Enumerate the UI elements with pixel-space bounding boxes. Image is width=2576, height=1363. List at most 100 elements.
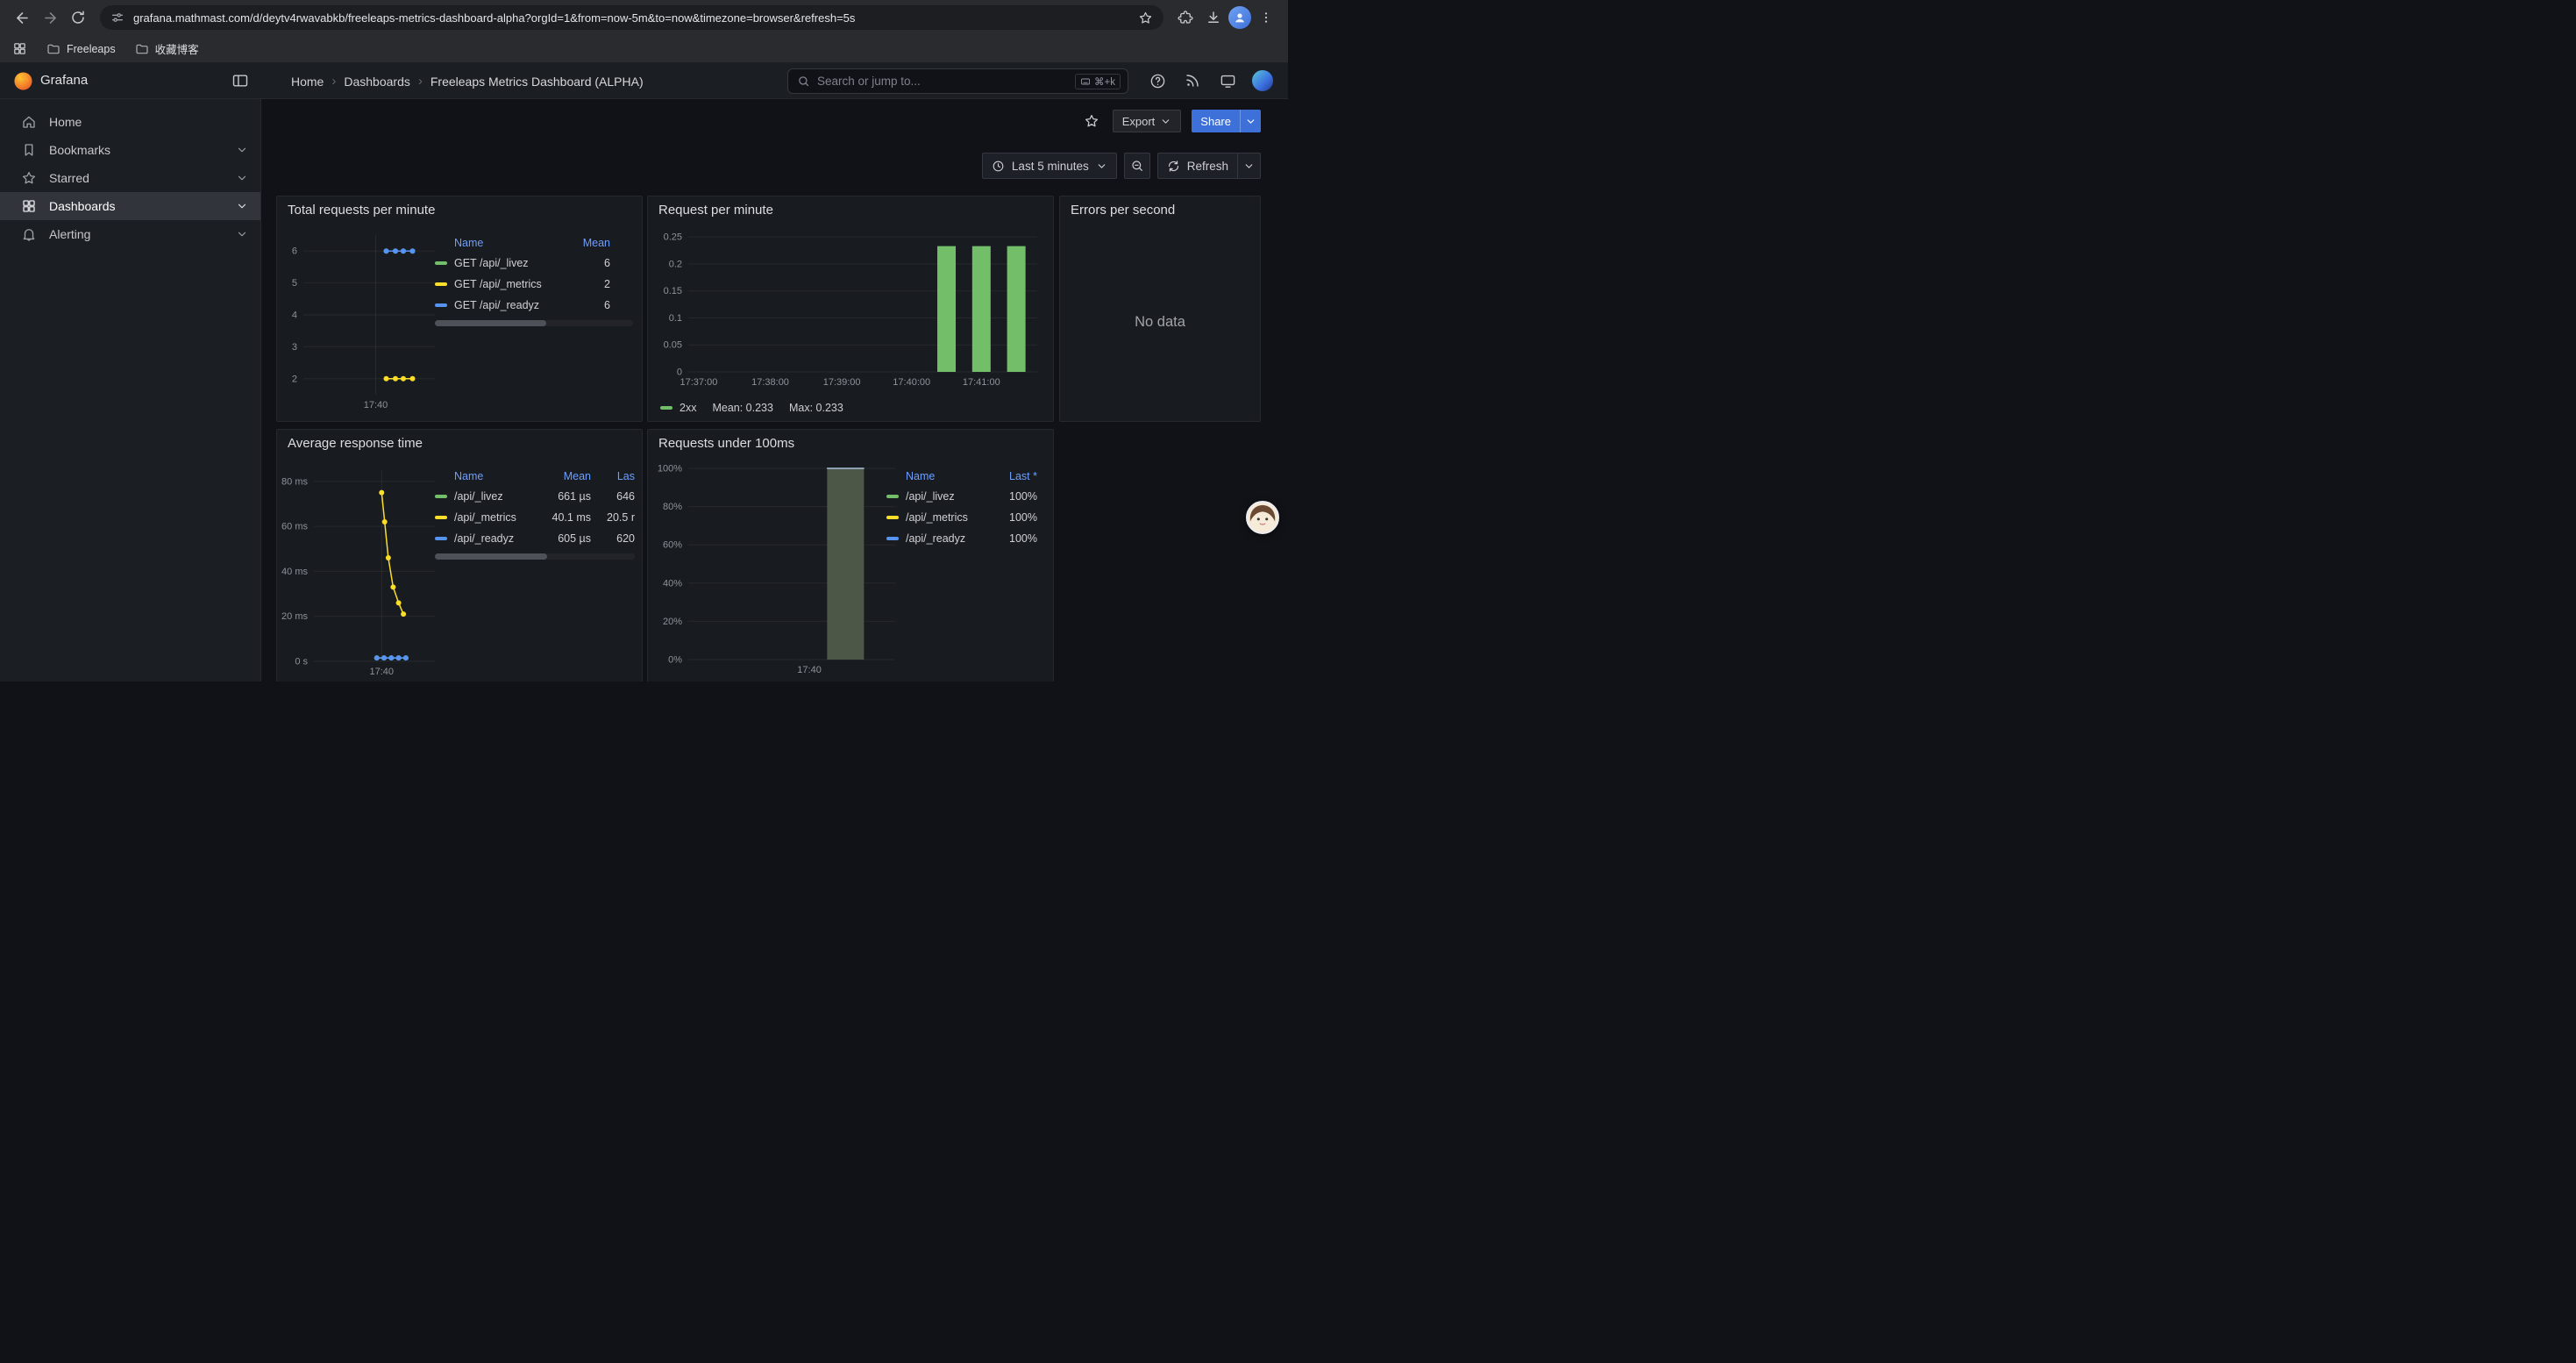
sidebar-item-label: Dashboards (49, 199, 116, 213)
grafana-profile-avatar[interactable] (1252, 70, 1273, 91)
topnav-icons (1147, 70, 1273, 91)
search-input[interactable] (817, 75, 1068, 88)
forward-button[interactable] (37, 4, 63, 31)
chevron-down-icon[interactable] (236, 172, 248, 184)
home-icon (21, 114, 37, 130)
legend: 2xx Mean: 0.233 Max: 0.233 (660, 402, 843, 414)
zoom-out-button[interactable] (1124, 153, 1150, 179)
scrollbar-thumb[interactable] (435, 320, 546, 326)
avatar-face-image (1248, 503, 1277, 532)
url-bar[interactable]: grafana.mathmast.com/d/deytv4rwavabkb/fr… (100, 5, 1163, 30)
assistant-avatar[interactable] (1246, 501, 1279, 534)
series-color-dash (886, 516, 899, 519)
refresh-button[interactable]: Refresh (1158, 153, 1237, 178)
export-button[interactable]: Export (1113, 110, 1182, 132)
legend-scrollbar[interactable] (435, 320, 633, 326)
panel-title[interactable]: Average response time (277, 430, 642, 451)
legend-row[interactable]: GET /api/_livez 6 (435, 253, 633, 274)
sidebar-item-bookmarks[interactable]: Bookmarks (0, 136, 260, 164)
legend-header-mean[interactable]: Mean (572, 237, 610, 249)
bookmark-icon (21, 142, 37, 158)
legend-header-mean[interactable]: Mean (540, 470, 591, 482)
chevron-down-icon[interactable] (236, 144, 248, 156)
panel-title[interactable]: Requests under 100ms (648, 430, 1053, 451)
svg-text:40%: 40% (663, 578, 682, 589)
legend-row[interactable]: GET /api/_readyz 6 (435, 295, 633, 316)
legend-header-name[interactable]: Name (435, 237, 572, 249)
avg-response-time-chart[interactable]: 80 ms60 ms40 ms20 ms0 s17:40 (281, 460, 440, 682)
legend-row[interactable]: /api/_metrics 100% (886, 507, 1037, 528)
bookmark-item-blogs[interactable]: 收藏博客 (135, 40, 199, 57)
time-range-picker[interactable]: Last 5 minutes (982, 153, 1117, 179)
legend-row[interactable]: /api/_readyz 100% (886, 528, 1037, 549)
breadcrumb-dashboards[interactable]: Dashboards (344, 75, 410, 89)
extensions-button[interactable] (1172, 4, 1199, 31)
sidebar-item-dashboards[interactable]: Dashboards (0, 192, 260, 220)
legend-header-name[interactable]: Name (435, 470, 540, 482)
sidebar-item-alerting[interactable]: Alerting (0, 220, 260, 248)
share-button-group: Share (1192, 110, 1261, 132)
panel-title[interactable]: Errors per second (1060, 196, 1260, 218)
url-text: grafana.mathmast.com/d/deytv4rwavabkb/fr… (133, 11, 1129, 25)
series-color-dash (886, 495, 899, 498)
breadcrumb-current: Freeleaps Metrics Dashboard (ALPHA) (431, 75, 644, 89)
site-info-icon[interactable] (110, 11, 125, 25)
panel-title[interactable]: Total requests per minute (277, 196, 642, 218)
chevron-down-icon[interactable] (236, 228, 248, 240)
chevron-down-icon (1245, 116, 1256, 127)
svg-text:0.1: 0.1 (669, 313, 682, 324)
browser-toolbar: grafana.mathmast.com/d/deytv4rwavabkb/fr… (0, 0, 1288, 35)
apps-grid-icon[interactable] (12, 41, 27, 56)
share-menu-caret[interactable] (1240, 110, 1261, 132)
refresh-interval-caret[interactable] (1237, 153, 1260, 178)
request-per-minute-chart[interactable]: 0.250.20.150.10.05017:37:0017:38:0017:39… (653, 219, 1050, 398)
back-button[interactable] (9, 4, 35, 31)
sidebar-item-home[interactable]: Home (0, 108, 260, 136)
brand-label: Grafana (40, 73, 88, 88)
monitor-icon (1220, 73, 1236, 89)
series-color-dash (435, 495, 447, 498)
svg-text:60 ms: 60 ms (281, 522, 308, 532)
legend-header-name[interactable]: Name (886, 470, 988, 482)
panel-title[interactable]: Request per minute (648, 196, 1053, 218)
legend-row[interactable]: /api/_livez 100% (886, 486, 1037, 507)
search-box[interactable]: ⌘+k (787, 68, 1128, 94)
help-button[interactable] (1147, 70, 1168, 91)
chevron-down-icon (1243, 161, 1255, 172)
total-requests-chart[interactable]: 6543217:40 (281, 226, 440, 417)
screen: grafana.mathmast.com/d/deytv4rwavabkb/fr… (0, 0, 1288, 682)
bookmark-star-icon[interactable] (1138, 11, 1153, 25)
legend-row[interactable]: /api/_readyz 605 µs 620 (435, 528, 635, 549)
chevron-down-icon[interactable] (236, 200, 248, 212)
downloads-button[interactable] (1200, 4, 1227, 31)
chevron-down-icon (1096, 161, 1107, 172)
svg-text:0: 0 (677, 368, 682, 378)
favorite-dashboard-button[interactable] (1081, 111, 1102, 132)
share-button[interactable]: Share (1192, 110, 1240, 132)
grafana-flame-icon (13, 71, 33, 91)
legend-scrollbar[interactable] (435, 553, 635, 560)
legend-row[interactable]: GET /api/_metrics 2 (435, 274, 633, 295)
requests-under-100ms-chart[interactable]: 100%80%60%40%20%0%17:40 (653, 456, 907, 682)
forward-icon (42, 10, 59, 26)
dashboard-actions: Export Share (1081, 110, 1261, 132)
legend-series[interactable]: 2xx (660, 402, 696, 414)
series-color-dash (435, 516, 447, 519)
grafana-logo[interactable] (13, 71, 33, 96)
legend-row[interactable]: /api/_livez 661 µs 646 (435, 486, 635, 507)
legend-header-last[interactable]: Las (598, 470, 635, 482)
chevron-down-icon (1160, 116, 1171, 127)
scrollbar-thumb[interactable] (435, 553, 547, 560)
legend-row[interactable]: /api/_metrics 40.1 ms 20.5 r (435, 507, 635, 528)
reload-button[interactable] (65, 4, 91, 31)
browser-menu-button[interactable] (1253, 4, 1279, 31)
svg-text:17:38:00: 17:38:00 (751, 377, 789, 388)
bookmark-item-freeleaps[interactable]: Freeleaps (46, 42, 116, 56)
sidebar-toggle-button[interactable] (230, 70, 251, 91)
legend-header-last[interactable]: Last * (988, 470, 1037, 482)
news-button[interactable] (1182, 70, 1203, 91)
browser-profile-avatar[interactable] (1228, 6, 1251, 29)
sidebar-item-starred[interactable]: Starred (0, 164, 260, 192)
breadcrumb-home[interactable]: Home (291, 75, 324, 89)
tv-mode-button[interactable] (1217, 70, 1238, 91)
